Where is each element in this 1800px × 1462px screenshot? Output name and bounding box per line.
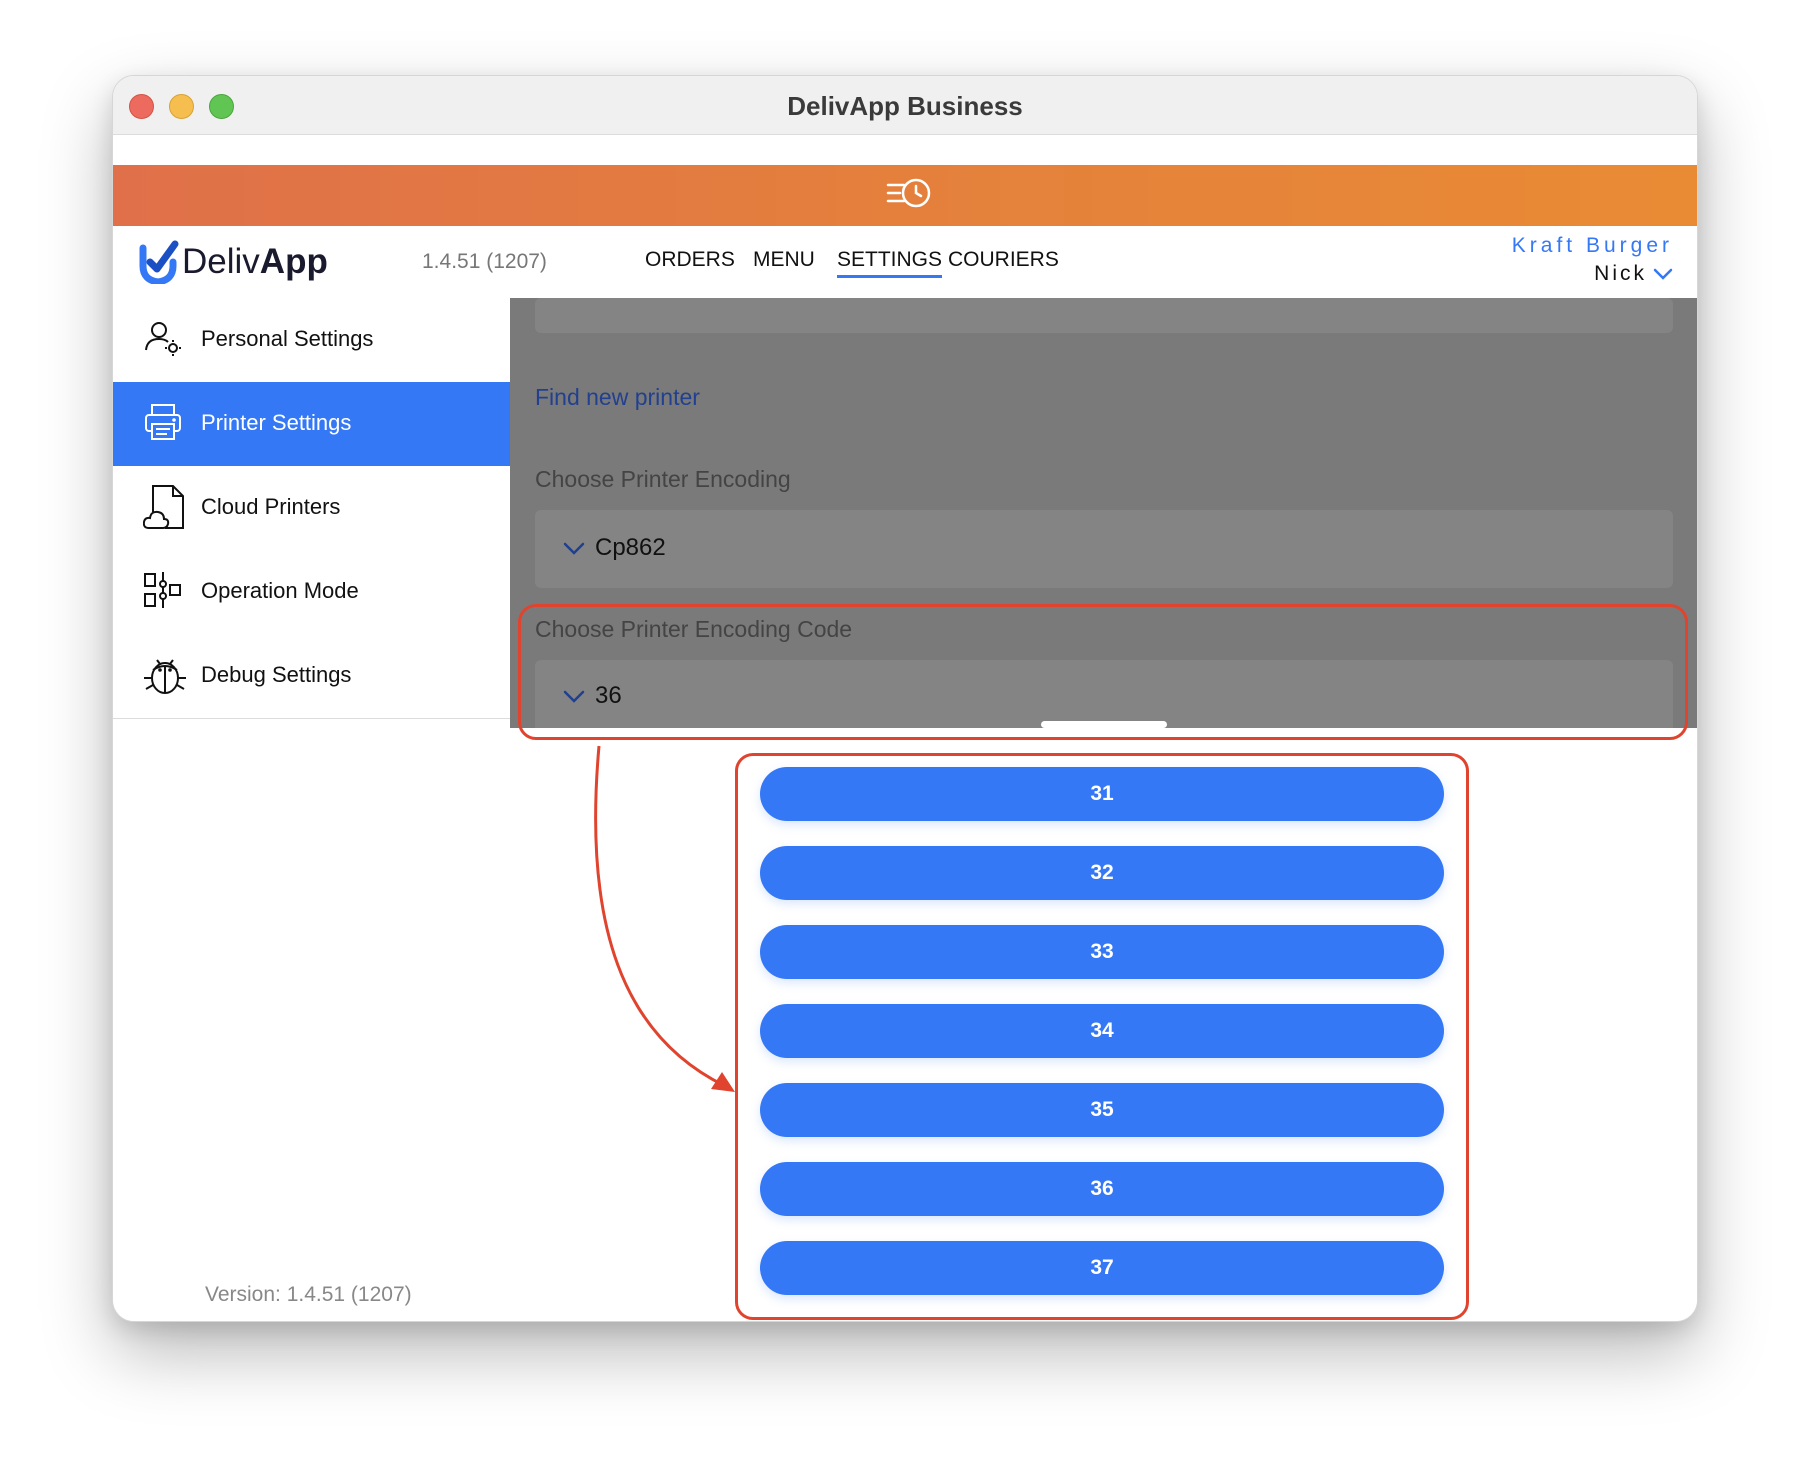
annotation-arrow-icon [594,745,735,1092]
app-window: DelivApp Business DelivApp 1.4.51 (1207)… [112,75,1698,1322]
